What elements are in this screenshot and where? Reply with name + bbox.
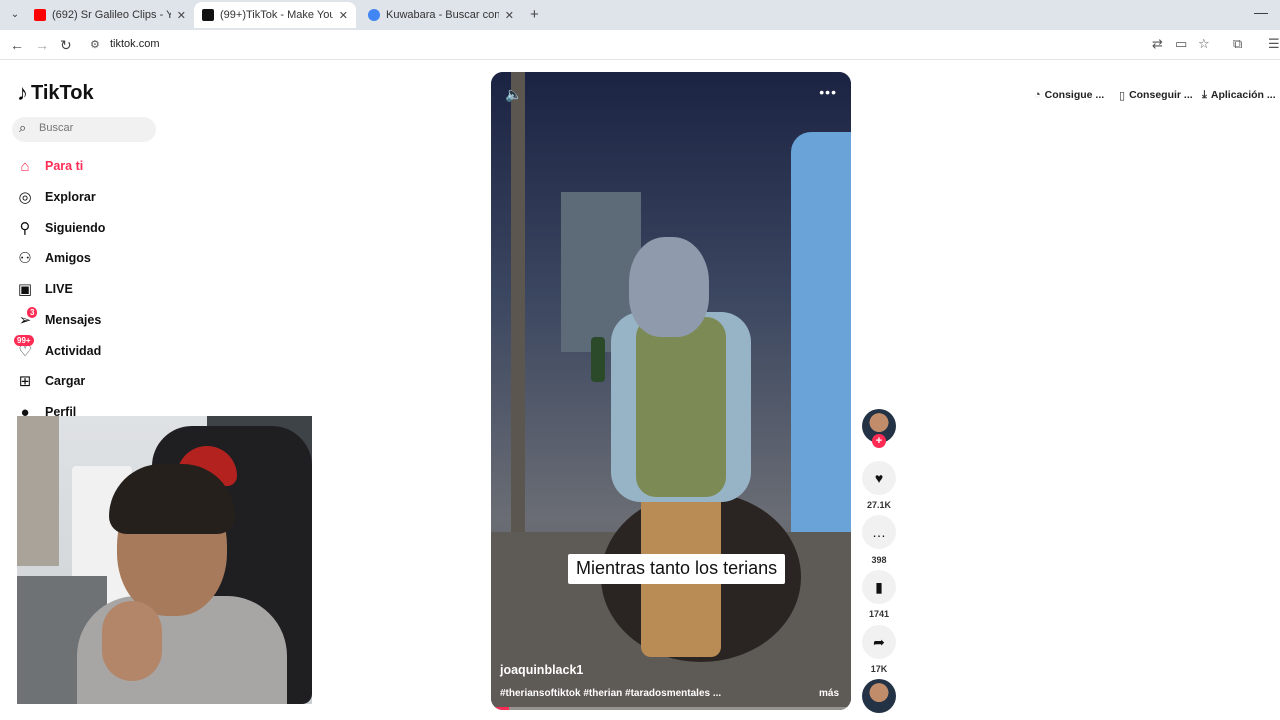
- search-box[interactable]: ⌕: [12, 117, 156, 142]
- side-panel-icon[interactable]: ☰: [1268, 36, 1280, 52]
- nav-label: Mensajes: [45, 313, 102, 327]
- save-button[interactable]: ▮: [862, 570, 896, 604]
- video-hashtags[interactable]: #theriansoftiktok #therian #taradosmenta…: [500, 688, 721, 699]
- tab-title: (99+)TikTok - Make Your Day: [220, 9, 333, 21]
- more-options-icon[interactable]: •••: [819, 84, 837, 100]
- reload-icon[interactable]: ↻: [60, 37, 72, 54]
- bookmark-icon: ▮: [875, 578, 883, 595]
- browser-tab-strip: ⌄ (692) Sr Galileo Clips - YouTube ✕ (99…: [0, 0, 1280, 30]
- close-tab-icon[interactable]: ✕: [505, 9, 514, 22]
- friends-icon: ⚇: [18, 250, 32, 267]
- back-icon[interactable]: ←: [10, 37, 24, 53]
- music-disc-avatar[interactable]: [862, 679, 896, 713]
- tiktok-logo[interactable]: ♪ TikTok: [17, 80, 94, 106]
- nav-item-live[interactable]: ▣ LIVE: [16, 278, 73, 300]
- webcam-overlay: [17, 416, 312, 704]
- get-app-link[interactable]: ▯ Conseguir ...: [1119, 86, 1193, 104]
- browser-toolbar: ← → ↻ ⚙ tiktok.com ⇄ ▭ ☆ ⧉ ☰: [0, 30, 1280, 60]
- download-icon: ⤓: [1202, 88, 1207, 101]
- share-icon: ➦: [873, 633, 885, 650]
- phone-icon: ▯: [1119, 89, 1126, 102]
- tab-title: Kuwabara - Buscar con Google: [386, 9, 499, 21]
- forward-icon[interactable]: →: [35, 37, 49, 53]
- following-icon: ⚲: [19, 220, 31, 237]
- upload-icon: ⊞: [18, 373, 32, 390]
- coin-icon: ◔: [1034, 89, 1041, 101]
- comment-icon: …: [872, 524, 886, 540]
- comment-count: 398: [871, 555, 887, 565]
- translate-icon[interactable]: ⇄: [1152, 36, 1163, 52]
- nav-label: Actividad: [45, 344, 102, 358]
- browser-tab-youtube[interactable]: (692) Sr Galileo Clips - YouTube ✕: [26, 2, 194, 28]
- messages-badge: 3: [27, 307, 38, 318]
- tab-title: (692) Sr Galileo Clips - YouTube: [52, 9, 171, 21]
- video-dancer-vest: [636, 317, 726, 497]
- like-count: 27.1K: [866, 500, 892, 510]
- video-scene-beam: [511, 72, 525, 592]
- video-author[interactable]: joaquinblack1: [500, 663, 583, 677]
- site-info-icon[interactable]: ⚙: [90, 38, 100, 51]
- browser-tab-google[interactable]: Kuwabara - Buscar con Google ✕: [360, 2, 522, 28]
- nav-label: Explorar: [45, 190, 96, 204]
- close-tab-icon[interactable]: ✕: [339, 9, 348, 22]
- nav-label: Cargar: [45, 374, 86, 388]
- nav-item-cargar[interactable]: ⊞ Cargar: [16, 370, 86, 392]
- search-icon: ⌕: [19, 120, 27, 135]
- more-description-link[interactable]: más: [819, 688, 839, 699]
- nav-item-amigos[interactable]: ⚇ Amigos: [16, 247, 91, 269]
- browser-tab-tiktok[interactable]: (99+)TikTok - Make Your Day ✕: [194, 2, 356, 28]
- cam-person-hand: [102, 601, 162, 681]
- heart-icon: ♥: [874, 470, 884, 486]
- video-dancer-bottle: [591, 337, 605, 382]
- save-count: 1741: [868, 609, 890, 619]
- nav-label: Amigos: [45, 251, 91, 265]
- nav-item-para-ti[interactable]: ⌂ Para ti: [16, 155, 83, 177]
- live-icon: ▣: [17, 281, 33, 298]
- activity-icon: ♡ 99+: [14, 335, 34, 360]
- video-caption-overlay: Mientras tanto los terians: [568, 554, 786, 584]
- tiktok-note-icon: ♪: [17, 80, 28, 105]
- nav-item-mensajes[interactable]: ➢ 3 Mensajes: [16, 307, 102, 331]
- new-tab-button[interactable]: +: [530, 6, 539, 23]
- video-dancer-wolf-mask: [629, 237, 709, 337]
- desktop-app-label: Aplicación ...: [1210, 89, 1276, 101]
- nav-item-explorar[interactable]: ◎ Explorar: [16, 186, 96, 208]
- youtube-favicon-icon: [34, 9, 46, 21]
- nav-label: Siguiendo: [45, 221, 106, 235]
- brand-name: TikTok: [31, 81, 94, 104]
- messages-icon: ➢ 3: [16, 307, 38, 329]
- tab-search-chevron-icon[interactable]: ⌄: [6, 6, 24, 24]
- get-app-label: Conseguir ...: [1129, 89, 1193, 101]
- bookmark-star-icon[interactable]: ☆: [1198, 36, 1210, 52]
- follow-plus-icon[interactable]: +: [872, 434, 886, 448]
- nav-label: LIVE: [45, 282, 73, 296]
- video-progress-bar[interactable]: [491, 707, 851, 710]
- address-bar-url[interactable]: tiktok.com: [110, 38, 160, 50]
- nav-label: Para ti: [45, 159, 84, 173]
- nav-item-actividad[interactable]: ♡ 99+ Actividad: [14, 335, 102, 362]
- activity-badge: 99+: [14, 335, 34, 346]
- like-button[interactable]: ♥: [862, 461, 896, 495]
- close-tab-icon[interactable]: ✕: [177, 9, 186, 22]
- share-count: 17K: [870, 664, 888, 674]
- nav-item-siguiendo[interactable]: ⚲ Siguiendo: [16, 217, 106, 239]
- cam-bookshelf: [17, 416, 59, 566]
- extensions-icon[interactable]: ⧉: [1233, 36, 1242, 52]
- video-progress-fill: [491, 707, 509, 710]
- comment-button[interactable]: …: [862, 515, 896, 549]
- google-favicon-icon: [368, 9, 380, 21]
- share-button[interactable]: ➦: [862, 625, 896, 659]
- desktop-app-link[interactable]: ⤓ Aplicación ...: [1202, 86, 1276, 104]
- tiktok-favicon-icon: [202, 9, 214, 21]
- home-icon: ⌂: [20, 157, 30, 175]
- video-player[interactable]: 🔈 ••• Mientras tanto los terians joaquin…: [491, 72, 851, 710]
- search-input[interactable]: [39, 122, 149, 134]
- minimize-window-icon[interactable]: —: [1254, 4, 1268, 20]
- get-coins-link[interactable]: ◔ Consigue ...: [1034, 86, 1104, 104]
- compass-icon: ◎: [18, 189, 32, 206]
- volume-icon[interactable]: 🔈: [505, 86, 522, 103]
- get-coins-label: Consigue ...: [1044, 89, 1105, 101]
- cast-icon[interactable]: ▭: [1175, 36, 1187, 52]
